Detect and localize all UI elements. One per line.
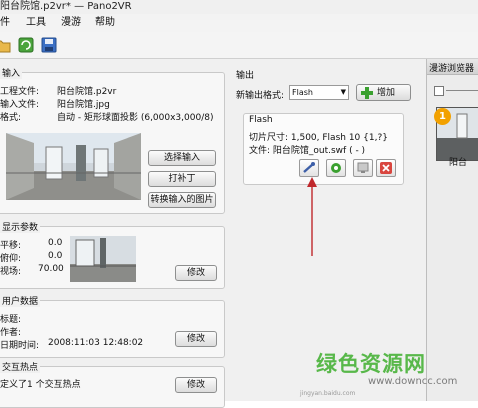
hotspots-count-text: 定义了1 个交互热点	[0, 380, 81, 390]
tour-browser-header: 漫游浏览器	[427, 59, 478, 75]
tilt-label: 俯仰:	[0, 254, 22, 264]
project-file-value: 阳台院馆.p2vr	[57, 87, 117, 97]
edit-wrench-button[interactable]	[299, 159, 319, 177]
menu-file[interactable]: 件	[0, 14, 10, 32]
display-section-title: 显示参数	[0, 220, 41, 233]
pan-value: 0.0	[48, 238, 63, 248]
display-modify-button[interactable]: 修改	[175, 265, 217, 281]
pan-label: 平移:	[0, 241, 22, 251]
format-value: 自动 - 矩形球面投影 (6,000x3,000/8)	[57, 113, 214, 123]
thumbnail-number-badge: 1	[434, 108, 451, 125]
save-icon[interactable]	[40, 36, 58, 54]
fov-label: 视场:	[0, 267, 22, 277]
project-file-label: 工程文件:	[0, 87, 40, 97]
annotation-arrow-icon	[305, 176, 319, 256]
convert-input-button[interactable]: 转换输入的图片	[148, 192, 216, 208]
userdata-modify-button[interactable]: 修改	[175, 331, 217, 347]
menu-tour[interactable]: 漫游	[61, 14, 81, 32]
thumbnail-label: 阳台	[449, 158, 468, 168]
panorama-preview	[6, 133, 141, 200]
reload-icon[interactable]	[17, 36, 35, 54]
delete-output-button[interactable]	[376, 159, 396, 177]
flash-output-file: 文件: 阳台院馆_out.swf ( - )	[249, 146, 366, 156]
tilt-value: 0.0	[48, 251, 63, 261]
dropdown-arrow-icon: ▼	[340, 88, 346, 96]
output-section-title: 输出	[236, 71, 255, 81]
add-plus-icon	[360, 86, 374, 100]
add-output-button[interactable]: 增加	[356, 84, 411, 101]
flash-group-title: Flash	[249, 115, 273, 125]
toolbar	[0, 32, 478, 59]
input-file-value: 阳台院馆.jpg	[57, 100, 110, 110]
delete-x-icon	[380, 162, 392, 174]
hotspots-modify-button[interactable]: 修改	[175, 377, 217, 393]
menu-bar: 件 工具 漫游 帮助	[0, 14, 478, 32]
datetime-label: 日期时间:	[0, 341, 40, 351]
watermark-small: jingyan.baidu.com	[300, 390, 356, 397]
view-preview	[70, 236, 136, 282]
author-label: 作者:	[0, 328, 22, 338]
flash-tile-size: 切片尺寸: 1,500, Flash 10 {1,?}	[249, 133, 388, 143]
patch-button[interactable]: 打补丁	[148, 171, 216, 187]
select-input-button[interactable]: 选择输入	[148, 150, 216, 166]
input-file-label: 输入文件:	[0, 100, 40, 110]
hotspots-section-title: 交互热点	[0, 360, 41, 373]
watermark-url: www.downcc.com	[368, 376, 458, 387]
open-folder-icon[interactable]	[0, 36, 12, 54]
zoom-out-icon[interactable]	[434, 86, 444, 96]
title-bar: 阳台院馆.p2vr* — Pano2VR	[0, 0, 478, 15]
monitor-icon	[357, 162, 369, 173]
datetime-value: 2008:11:03 12:48:02	[48, 338, 144, 348]
tour-browser-title: 漫游浏览器	[429, 64, 475, 74]
menu-tools[interactable]: 工具	[26, 14, 46, 32]
output-format-value: Flash	[292, 88, 313, 97]
new-format-label: 新输出格式:	[236, 91, 285, 101]
add-output-label: 增加	[377, 88, 396, 98]
thumbnail-size-slider[interactable]	[446, 90, 478, 91]
window-title: 阳台院馆.p2vr* — Pano2VR	[0, 1, 132, 12]
preview-button[interactable]	[353, 159, 373, 177]
generate-button[interactable]	[326, 159, 346, 177]
wrench-icon	[303, 162, 315, 173]
fov-value: 70.00	[38, 264, 64, 274]
userdata-section-title: 用户数据	[0, 294, 41, 307]
title-label: 标题:	[0, 315, 22, 325]
input-section-title: 输入	[0, 66, 23, 79]
watermark-brand: 绿色资源网	[316, 352, 426, 376]
menu-help[interactable]: 帮助	[95, 14, 115, 32]
output-format-select[interactable]: Flash ▼	[289, 85, 349, 100]
gear-icon	[331, 163, 341, 173]
format-label: 格式:	[0, 113, 22, 123]
